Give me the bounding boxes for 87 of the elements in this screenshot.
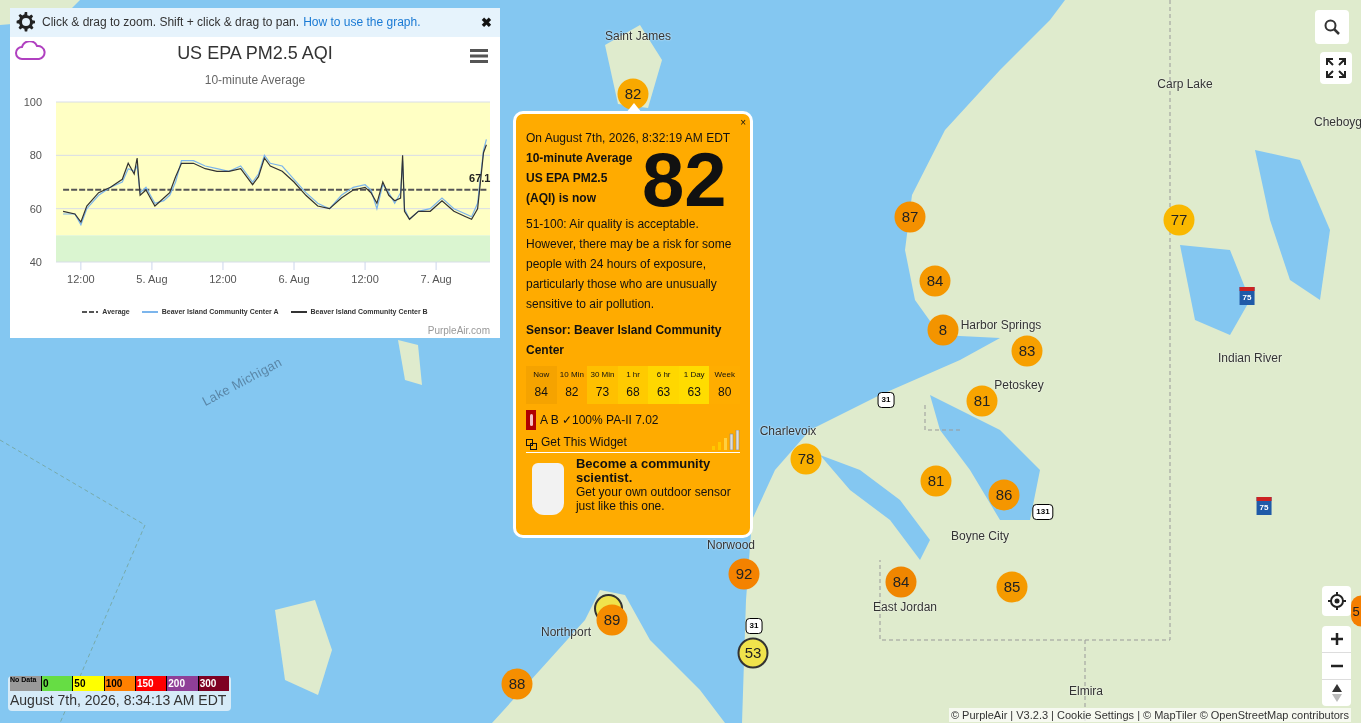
highway-shield-icon: 131 [1032,504,1054,520]
locate-icon [1326,591,1347,611]
scale-segment: 0 [41,676,73,691]
scale-segment: 300 [197,676,229,691]
fullscreen-button[interactable] [1320,52,1352,84]
history-value: 68 [626,384,640,401]
axis-tick-label: 60 [29,202,42,215]
history-label: Week [714,369,735,381]
thermometer-icon [526,410,536,430]
axis-tick-label: 12:00 [351,272,379,285]
history-value: 84 [534,384,548,401]
history-value: 63 [687,384,701,401]
measure-label: 10-minute Average US EPA PM2.5 (AQI) is now [526,150,634,207]
axis-tick-label: 100 [23,95,42,108]
history-value: 82 [565,384,579,401]
sensor-marker[interactable]: 5 [1351,595,1361,627]
menu-icon[interactable] [470,48,488,63]
history-label: 6 hr [656,369,671,381]
compass-icon [1331,684,1342,702]
place-label: Elmira [1069,683,1103,700]
highway-shield-icon: 75 [1239,287,1255,305]
legend-line-icon [290,309,307,314]
search-icon [1324,19,1340,35]
sensor-marker[interactable]: 8 [927,314,959,346]
legend-line-icon [82,309,99,314]
sensor-photo-placeholder [532,463,564,515]
place-label: Indian River [1218,350,1282,367]
legend-line-icon [141,309,158,314]
hint-text: Click & drag to zoom. Shift + click & drag to pan. [42,14,300,32]
scale-segment: 100 [103,676,135,691]
axis-tick-label: 5. Aug [136,272,168,285]
history-value: 73 [595,384,610,401]
fullscreen-icon [1325,57,1347,79]
history-value: 80 [718,384,732,401]
cloud-icon[interactable] [14,40,46,61]
place-label: East Jordan [873,599,937,616]
signal-bars-icon [712,430,740,450]
timestamp: On August 7th, 2026, 8:32:19 AM EDT [526,130,732,147]
place-label: Charlevoix [759,423,817,440]
highway-shield-icon: 75 [1256,497,1272,515]
chart-subtitle: 10-minute Average [204,71,306,89]
close-button[interactable]: ✖ [481,12,492,33]
scale-segment: 50 [72,676,104,691]
sensor-marker[interactable]: 92 [728,558,760,590]
scale-segment: 150 [135,676,167,691]
place-label: Saint James [605,28,671,45]
place-label: Norwood [707,537,755,554]
close-button[interactable]: × [740,118,746,128]
widget-link[interactable]: Get This Widget [541,434,627,450]
scale-segment: 200 [166,676,198,691]
axis-tick-label: 6. Aug [278,272,310,285]
locate-button[interactable] [1322,586,1351,616]
history-label: 30 Min [590,369,615,381]
history-label: 10 Min [559,369,584,381]
place-label: Cheboyg [1314,114,1361,131]
island-shape [398,340,422,385]
sensor-marker[interactable]: 88 [501,668,533,700]
history-label: Now [533,369,550,381]
sensor-status: A B ✓100% PA-II 7.02 [540,412,659,429]
attribution-text: © PurpleAir | V3.2.3 | Cookie Settings | © MapTiler © OpenStreetMap contributors [948,708,1351,722]
promo-title[interactable]: Become a community scientist. [575,457,740,485]
plus-icon [1330,633,1343,645]
chart-title: US EPA PM2.5 AQI [177,41,333,65]
minus-icon [1330,664,1343,668]
axis-tick-label: 12:00 [209,272,237,285]
sensor-marker[interactable]: 87 [894,201,926,233]
search-button[interactable] [1315,10,1349,44]
axis-tick-label: 12:00 [67,272,95,285]
history-label: 1 Day [683,369,705,381]
history-value: 63 [656,384,671,401]
place-label: Harbor Springs [960,317,1042,334]
place-label: Boyne City [951,528,1009,545]
aqi-value: 82 [642,150,727,210]
help-link[interactable]: How to use the graph. [303,13,421,32]
widget-icon [526,439,537,450]
place-label: Northport [541,624,591,641]
history-label: 1 hr [626,369,640,381]
place-label: Carp Lake [1157,76,1213,93]
promo-text[interactable]: Get your own outdoor sensor just like this one. [575,485,740,513]
sensor-name: Sensor: Beaver Island Community Center [526,322,723,359]
aqi-description: 51-100: Air quality is acceptable. However, there may be a risk for some people with 24 hours of exposure, particularly those who are unusually sensitive to air pollution. [526,216,733,313]
highway-shield-icon: 31 [877,392,895,408]
axis-tick-label: 7. Aug [420,272,452,285]
axis-tick-label: 80 [29,148,42,161]
highway-shield-icon: 31 [745,618,763,634]
axis-tick-label: 40 [29,255,42,268]
legend-time: August 7th, 2026, 8:34:13 AM EDT [10,691,228,709]
